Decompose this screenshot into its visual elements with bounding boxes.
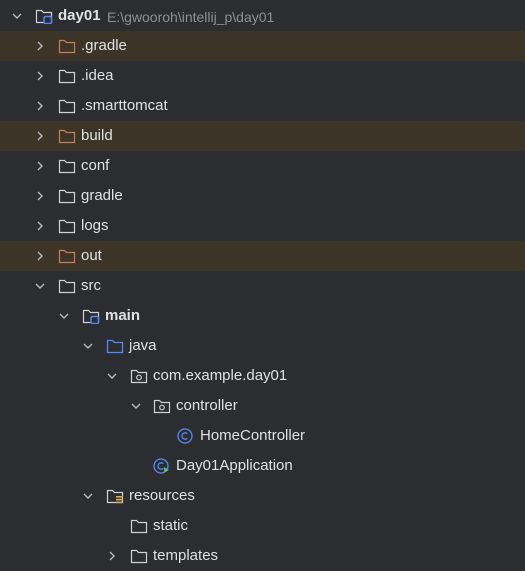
tree-label: Day01Application [176,457,293,474]
tree-row-gradle-cache[interactable]: .gradle [0,31,525,61]
chevron-down-icon[interactable] [82,490,94,502]
tree-label: .gradle [81,37,127,54]
tree-row-day01application[interactable]: Day01Application [0,451,525,481]
module-folder-icon [82,309,100,324]
folder-icon [58,219,76,234]
tree-row-templates[interactable]: templates [0,541,525,571]
tree-row-idea[interactable]: .idea [0,61,525,91]
project-path: E:\gwooroh\intellij_p\day01 [107,9,275,25]
chevron-down-icon[interactable] [11,10,23,22]
chevron-right-icon[interactable] [34,250,46,262]
tree-label: HomeController [200,427,306,444]
chevron-right-icon[interactable] [34,100,46,112]
folder-icon [58,279,76,294]
tree-row-controller[interactable]: controller [0,391,525,421]
folder-icon [130,549,148,564]
chevron-down-icon[interactable] [58,310,70,322]
tree-row-logs[interactable]: logs [0,211,525,241]
folder-excluded-icon [58,39,76,54]
tree-row-java[interactable]: java [0,331,525,361]
tree-label: templates [153,547,219,564]
tree-row-static[interactable]: static [0,511,525,541]
package-icon [130,369,148,384]
chevron-down-icon[interactable] [82,340,94,352]
chevron-right-icon[interactable] [34,160,46,172]
tree-row-resources[interactable]: resources [0,481,525,511]
tree-label: java [129,337,157,354]
chevron-right-icon[interactable] [34,70,46,82]
tree-row-main[interactable]: main [0,301,525,331]
folder-icon [58,99,76,114]
resources-folder-icon [106,489,124,504]
tree-row-gradle[interactable]: gradle [0,181,525,211]
chevron-down-icon[interactable] [106,370,118,382]
source-folder-icon [106,339,124,354]
chevron-right-icon[interactable] [106,550,118,562]
chevron-down-icon[interactable] [34,280,46,292]
spring-boot-class-icon [153,458,169,474]
tree-row-build[interactable]: build [0,121,525,151]
tree-row-src[interactable]: src [0,271,525,301]
folder-icon [130,519,148,534]
tree-label: controller [176,397,238,414]
tree-label: src [81,277,101,294]
tree-label: static [153,517,189,534]
project-tree: day01 E:\gwooroh\intellij_p\day01 .gradl… [0,0,525,564]
tree-label: conf [81,157,110,174]
folder-icon [58,189,76,204]
folder-icon [58,69,76,84]
tree-row-com-example-day01[interactable]: com.example.day01 [0,361,525,391]
folder-icon [58,159,76,174]
tree-label: .idea [81,67,114,84]
tree-row-smarttomcat[interactable]: .smarttomcat [0,91,525,121]
tree-label: day01 [58,7,101,24]
tree-row-day01[interactable]: day01 E:\gwooroh\intellij_p\day01 [0,1,525,31]
tree-label: com.example.day01 [153,367,288,384]
chevron-right-icon[interactable] [34,220,46,232]
package-icon [153,399,171,414]
chevron-right-icon[interactable] [34,130,46,142]
tree-row-conf[interactable]: conf [0,151,525,181]
chevron-right-icon[interactable] [34,40,46,52]
tree-row-homecontroller[interactable]: HomeController [0,421,525,451]
folder-excluded-icon [58,249,76,264]
tree-label: out [81,247,102,264]
tree-label: .smarttomcat [81,97,168,114]
chevron-right-icon[interactable] [34,190,46,202]
tree-label: resources [129,487,195,504]
tree-label: main [105,307,141,324]
tree-label: build [81,127,113,144]
folder-excluded-icon [58,129,76,144]
class-icon [177,428,193,444]
tree-label: logs [81,217,109,234]
tree-label: gradle [81,187,123,204]
tree-row-out[interactable]: out [0,241,525,271]
chevron-down-icon[interactable] [130,400,142,412]
module-folder-icon [35,9,53,24]
